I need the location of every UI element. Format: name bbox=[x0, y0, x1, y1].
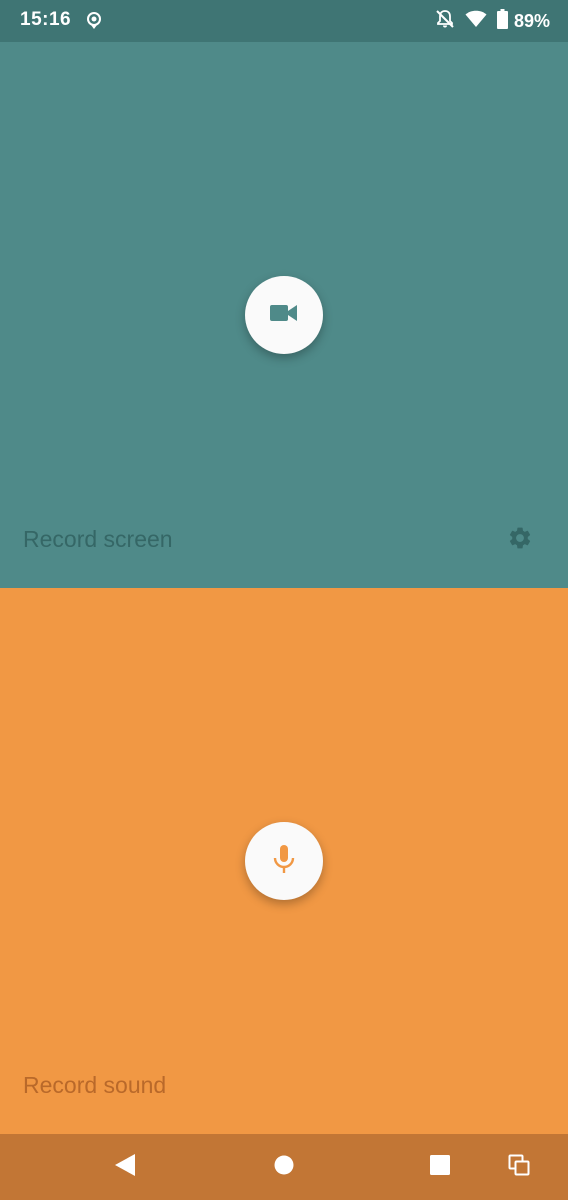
back-button[interactable] bbox=[95, 1134, 155, 1200]
battery-percent: 89% bbox=[513, 10, 550, 31]
home-icon bbox=[274, 1155, 294, 1180]
status-bar: 15:16 89% bbox=[0, 0, 568, 42]
split-screen-icon bbox=[508, 1154, 530, 1181]
record-sound-panel[interactable]: Record sound bbox=[0, 588, 568, 1134]
wifi-icon bbox=[465, 10, 487, 33]
app-notification-icon bbox=[84, 10, 104, 30]
battery-icon bbox=[496, 8, 508, 34]
record-sound-button[interactable] bbox=[245, 822, 323, 900]
record-sound-label: Record sound bbox=[23, 1072, 167, 1098]
microphone-icon bbox=[273, 844, 295, 878]
record-screen-panel[interactable]: Record screen bbox=[0, 42, 568, 588]
recents-icon bbox=[430, 1154, 450, 1180]
back-icon bbox=[114, 1153, 136, 1182]
record-screen-label: Record screen bbox=[23, 526, 173, 552]
status-time: 15:16 bbox=[20, 9, 72, 30]
screen-recorder-app: 15:16 89% Record screen Record sound bbox=[0, 0, 568, 1200]
video-camera-icon bbox=[270, 303, 298, 328]
notifications-off-icon bbox=[435, 9, 455, 34]
record-screen-button[interactable] bbox=[245, 276, 323, 354]
home-button[interactable] bbox=[254, 1134, 314, 1200]
gear-icon bbox=[507, 525, 533, 556]
status-icons: 89% bbox=[425, 0, 550, 42]
recents-button[interactable] bbox=[410, 1134, 470, 1200]
navigation-bar bbox=[0, 1134, 568, 1200]
split-screen-button[interactable] bbox=[489, 1134, 549, 1200]
screen-settings-button[interactable] bbox=[506, 526, 534, 554]
